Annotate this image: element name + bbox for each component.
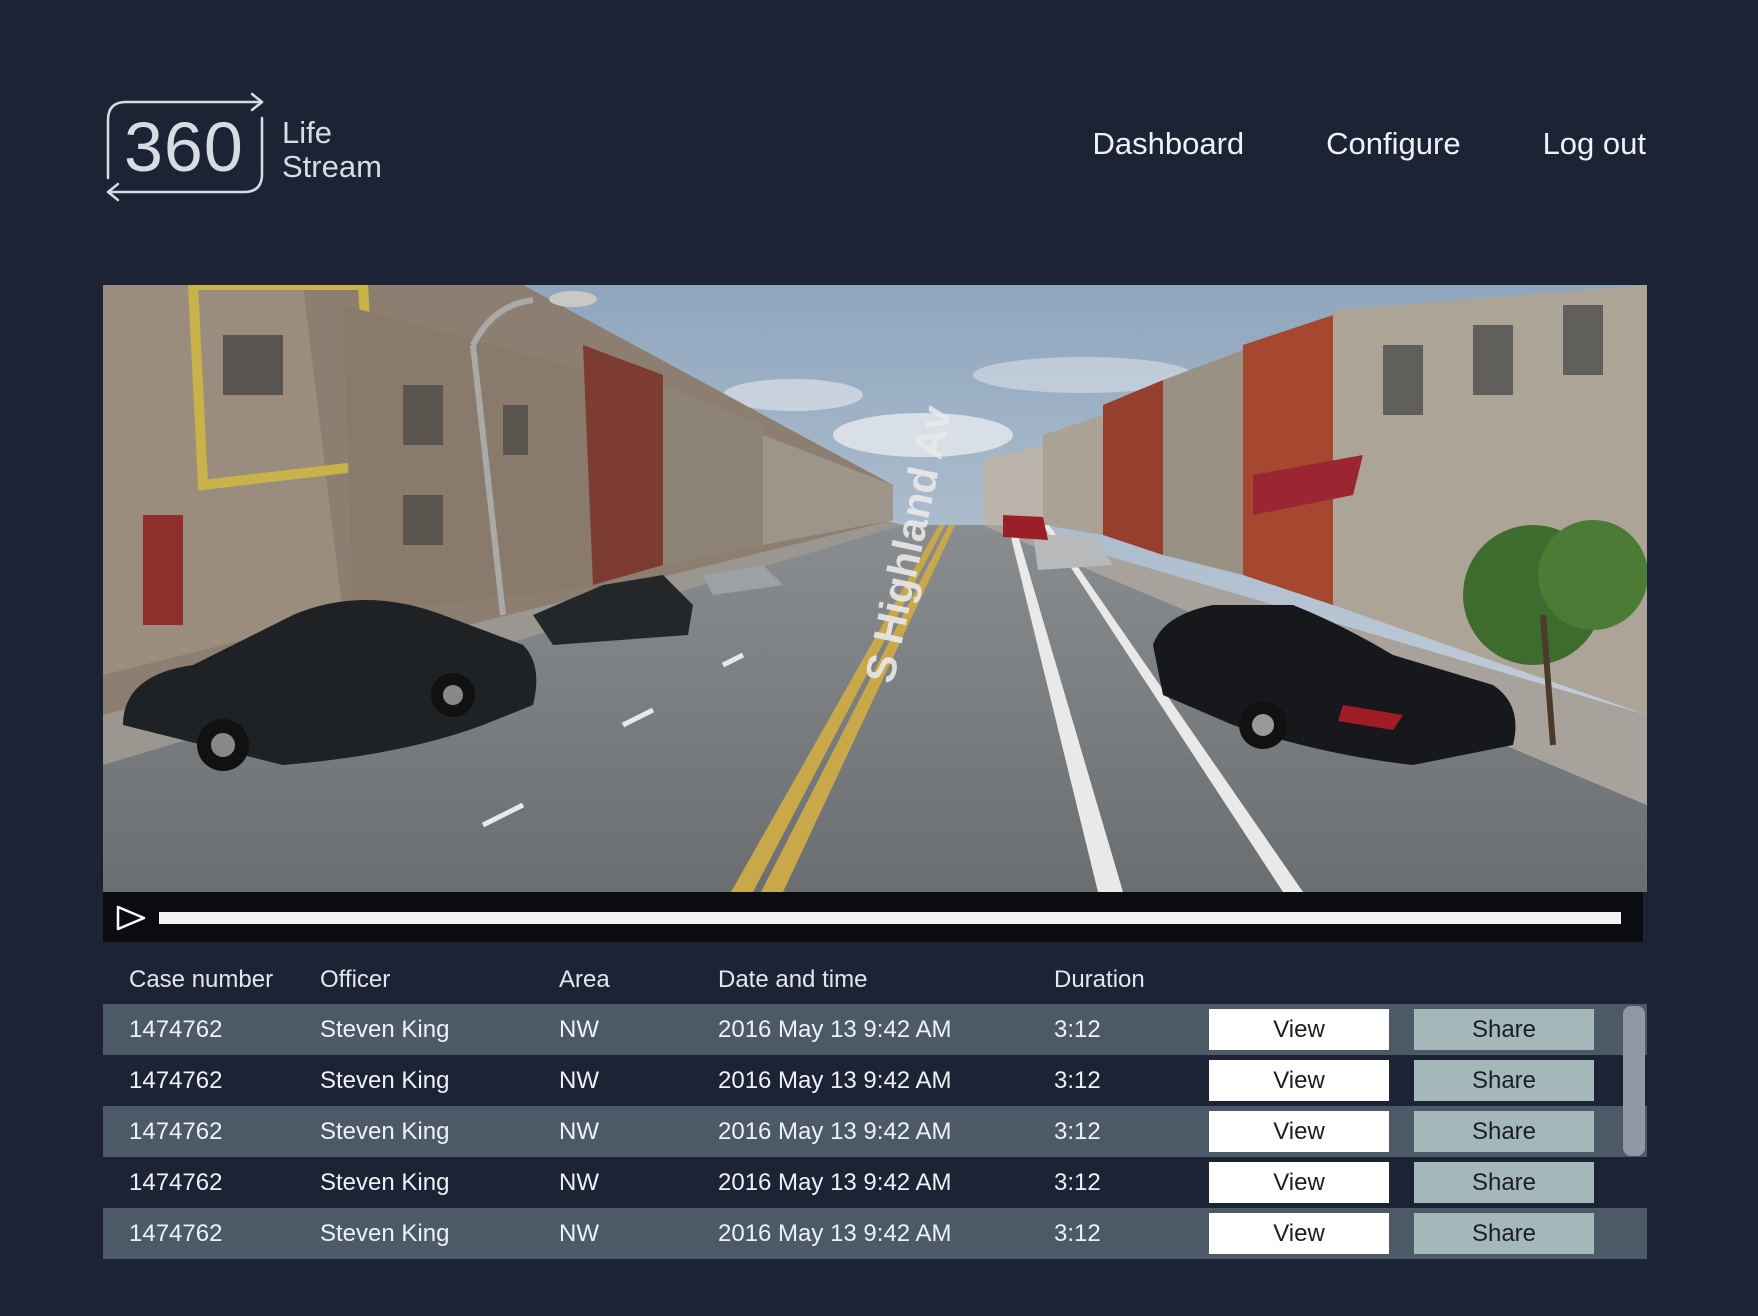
share-button[interactable]: Share [1414, 1162, 1594, 1203]
cell-date-time: 2016 May 13 9:42 AM [718, 1016, 952, 1043]
cell-case-number: 1474762 [129, 1067, 223, 1094]
video-player[interactable]: S Highland Av [103, 285, 1647, 892]
view-button[interactable]: View [1209, 1162, 1389, 1203]
cell-case-number: 1474762 [129, 1220, 223, 1247]
share-button[interactable]: Share [1414, 1111, 1594, 1152]
cell-duration: 3:12 [1054, 1016, 1101, 1043]
cell-date-time: 2016 May 13 9:42 AM [718, 1220, 952, 1247]
table-row[interactable]: 1474762 Steven King NW 2016 May 13 9:42 … [103, 1106, 1647, 1157]
cell-duration: 3:12 [1054, 1118, 1101, 1145]
video-frame: S Highland Av [103, 285, 1647, 892]
cell-officer: Steven King [320, 1220, 450, 1247]
cell-officer: Steven King [320, 1169, 450, 1196]
table-scrollbar[interactable] [1623, 1006, 1645, 1156]
cell-area: NW [559, 1067, 599, 1094]
video-controls [103, 892, 1643, 942]
cell-officer: Steven King [320, 1118, 450, 1145]
header-area: Area [559, 966, 610, 993]
logo-word-life: Life [282, 115, 332, 150]
view-button[interactable]: View [1209, 1060, 1389, 1101]
view-button[interactable]: View [1209, 1111, 1389, 1152]
cell-duration: 3:12 [1054, 1067, 1101, 1094]
cell-case-number: 1474762 [129, 1016, 223, 1043]
cell-area: NW [559, 1016, 599, 1043]
table-row[interactable]: 1474762 Steven King NW 2016 May 13 9:42 … [103, 1157, 1647, 1208]
top-nav: Dashboard Configure Log out [1010, 128, 1646, 159]
view-button[interactable]: View [1209, 1009, 1389, 1050]
nav-dashboard[interactable]: Dashboard [1092, 128, 1244, 159]
logo-number: 360 [124, 108, 244, 186]
play-icon [116, 905, 146, 931]
cell-area: NW [559, 1220, 599, 1247]
table-row[interactable]: 1474762 Steven King NW 2016 May 13 9:42 … [103, 1004, 1647, 1055]
cell-duration: 3:12 [1054, 1220, 1101, 1247]
progress-bar[interactable] [159, 912, 1621, 924]
share-button[interactable]: Share [1414, 1213, 1594, 1254]
cell-area: NW [559, 1169, 599, 1196]
table-row[interactable]: 1474762 Steven King NW 2016 May 13 9:42 … [103, 1208, 1647, 1259]
app-logo[interactable]: 360 Life Stream [104, 92, 404, 204]
header-date-time: Date and time [718, 966, 868, 993]
cell-area: NW [559, 1118, 599, 1145]
logo-word-stream: Stream [282, 149, 382, 184]
share-button[interactable]: Share [1414, 1060, 1594, 1101]
table-header: Case number Officer Area Date and time D… [103, 950, 1647, 1004]
cell-date-time: 2016 May 13 9:42 AM [718, 1118, 952, 1145]
nav-logout[interactable]: Log out [1543, 128, 1646, 159]
cell-case-number: 1474762 [129, 1118, 223, 1145]
play-button[interactable] [115, 904, 147, 932]
view-button[interactable]: View [1209, 1213, 1389, 1254]
nav-configure[interactable]: Configure [1326, 128, 1460, 159]
cell-duration: 3:12 [1054, 1169, 1101, 1196]
cell-case-number: 1474762 [129, 1169, 223, 1196]
share-button[interactable]: Share [1414, 1009, 1594, 1050]
header-officer: Officer [320, 966, 391, 993]
cell-date-time: 2016 May 13 9:42 AM [718, 1169, 952, 1196]
header-case-number: Case number [129, 966, 274, 993]
table-row[interactable]: 1474762 Steven King NW 2016 May 13 9:42 … [103, 1055, 1647, 1106]
cell-officer: Steven King [320, 1067, 450, 1094]
cell-date-time: 2016 May 13 9:42 AM [718, 1067, 952, 1094]
cell-officer: Steven King [320, 1016, 450, 1043]
recordings-table: Case number Officer Area Date and time D… [103, 950, 1647, 1259]
header-duration: Duration [1054, 966, 1145, 993]
